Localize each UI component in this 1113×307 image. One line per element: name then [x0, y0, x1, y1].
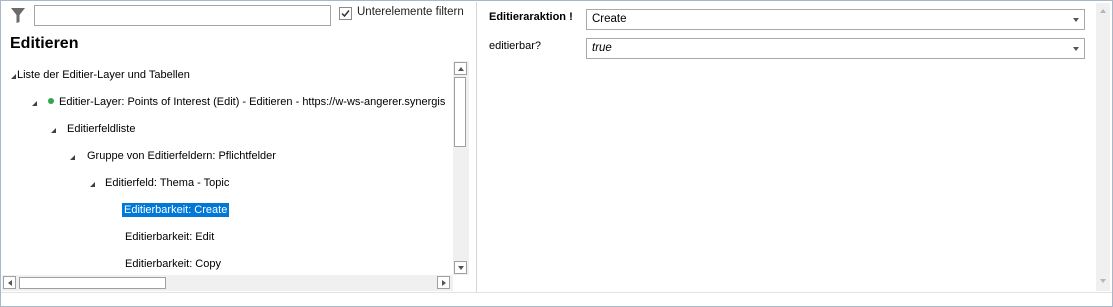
edit-action-label: Editieraraktion ! — [489, 11, 573, 23]
scroll-down-button[interactable] — [454, 261, 467, 274]
tree-node-field-list[interactable]: Editierfeldliste — [67, 120, 135, 138]
arrow-down-icon — [458, 266, 464, 270]
editable-value: true — [592, 42, 612, 54]
tree-node-label: Editierfeld: Thema - Topic — [105, 177, 230, 189]
scroll-left-button[interactable] — [3, 276, 16, 289]
edit-action-select[interactable]: Create — [586, 9, 1085, 30]
expand-arrow-icon[interactable] — [51, 128, 56, 133]
tree-node-edit-layer[interactable]: Editier-Layer: Points of Interest (Edit)… — [48, 93, 445, 111]
chevron-down-icon[interactable] — [1073, 47, 1079, 51]
filter-children-label[interactable]: Unterelemente filtern — [357, 6, 464, 18]
tree-horizontal-scrollbar[interactable] — [2, 275, 453, 291]
expand-arrow-icon[interactable] — [90, 182, 95, 187]
expand-arrow-icon[interactable] — [32, 101, 37, 106]
arrow-down-icon[interactable] — [1100, 279, 1106, 283]
properties-scrollbar[interactable] — [1096, 3, 1110, 291]
edit-action-value: Create — [592, 13, 627, 25]
tree-node-label: Editierbarkeit: Copy — [125, 258, 221, 270]
bottom-border — [1, 292, 1112, 293]
panel-title: Editieren — [10, 35, 79, 52]
editable-label: editierbar? — [489, 40, 541, 52]
arrow-up-icon — [458, 67, 464, 71]
arrow-left-icon — [8, 280, 12, 286]
tree-node-editability-edit[interactable]: Editierbarkeit: Edit — [125, 228, 214, 246]
tree-node-field-group[interactable]: Gruppe von Editierfeldern: Pflichtfelder — [87, 147, 276, 165]
tree-node-label: Liste der Editier-Layer und Tabellen — [17, 69, 190, 81]
scroll-right-button[interactable] — [437, 276, 450, 289]
filter-children-checkbox[interactable] — [339, 7, 352, 20]
filter-icon[interactable] — [10, 7, 26, 24]
tree-vertical-scrollbar[interactable] — [453, 61, 469, 275]
checkmark-icon — [341, 10, 350, 18]
panel-divider[interactable] — [476, 2, 477, 292]
tree-node-label: Editierbarkeit: Create — [122, 203, 230, 217]
tree-node-editability-copy[interactable]: Editierbarkeit: Copy — [125, 255, 221, 273]
filter-input[interactable] — [34, 5, 331, 26]
tree-node-editability-create[interactable]: Editierbarkeit: Create — [122, 201, 230, 219]
horizontal-scroll-thumb[interactable] — [19, 277, 166, 289]
status-dot-icon — [48, 98, 54, 105]
tree-node-label: Gruppe von Editierfeldern: Pflichtfelder — [87, 150, 276, 162]
tree-node-label: Editierfeldliste — [67, 123, 136, 135]
expand-arrow-icon[interactable] — [11, 74, 16, 79]
tree-node-field[interactable]: Editierfeld: Thema - Topic — [105, 174, 229, 192]
edit-tree: Liste der Editier-Layer und Tabellen Edi… — [2, 61, 453, 275]
tree-node-label: Editier-Layer: Points of Interest (Edit)… — [59, 96, 446, 108]
vertical-scroll-thumb[interactable] — [454, 77, 466, 147]
tree-node-label: Editierbarkeit: Edit — [125, 231, 215, 243]
arrow-up-icon[interactable] — [1100, 9, 1106, 13]
tree-node-layer-list[interactable]: Liste der Editier-Layer und Tabellen — [17, 66, 190, 84]
arrow-right-icon — [442, 280, 446, 286]
expand-arrow-icon[interactable] — [70, 155, 75, 160]
chevron-down-icon[interactable] — [1073, 18, 1079, 22]
scroll-up-button[interactable] — [454, 62, 467, 75]
editable-select[interactable]: true — [586, 38, 1085, 59]
editing-window: Unterelemente filtern Editieren Liste de… — [0, 0, 1113, 307]
